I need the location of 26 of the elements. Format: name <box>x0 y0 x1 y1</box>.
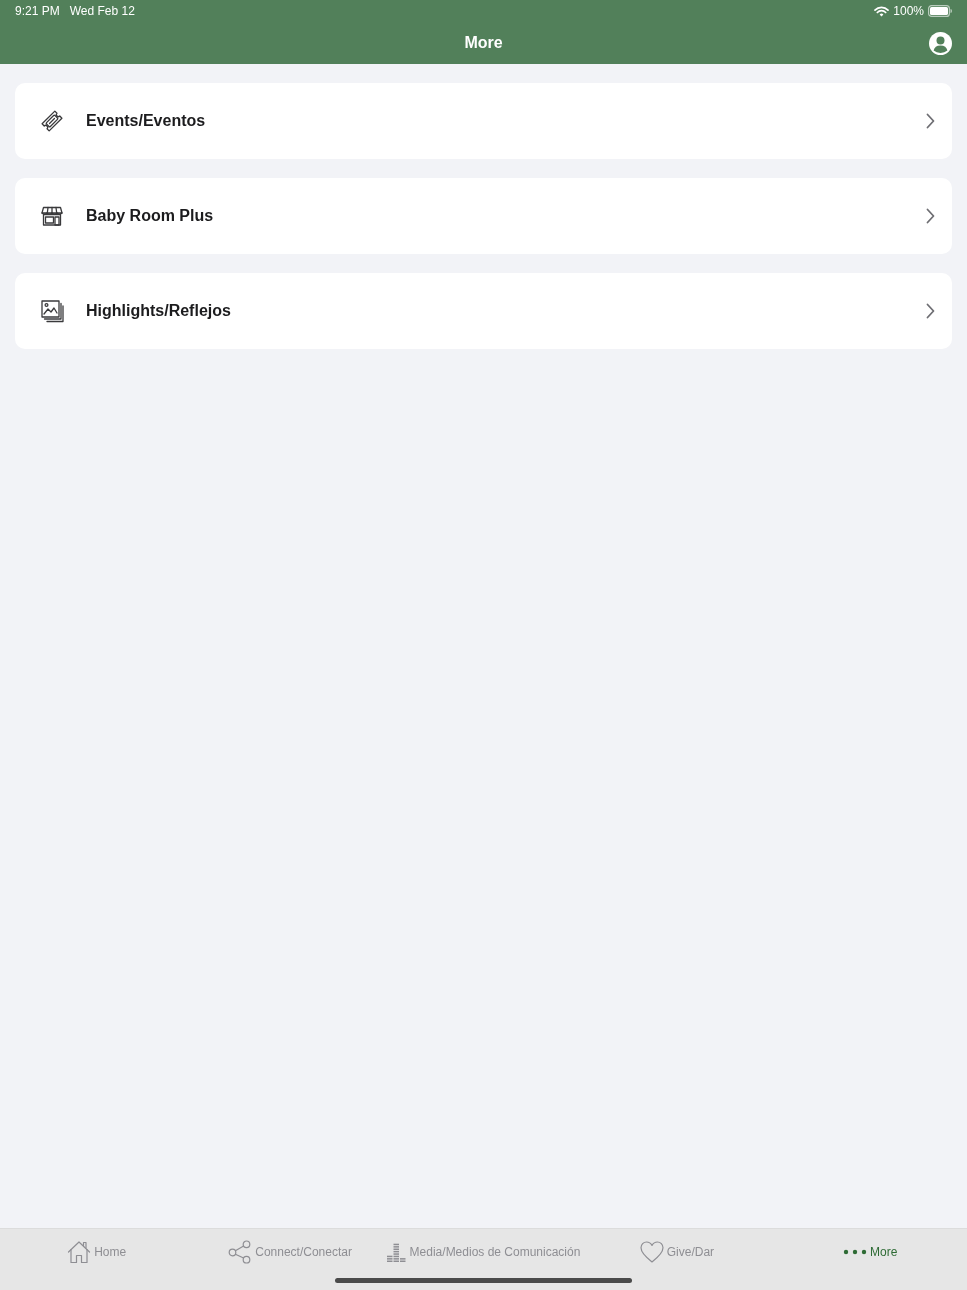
status-date: Wed Feb 12 <box>69 3 135 20</box>
home-icon <box>67 1239 92 1264</box>
screen-title: More <box>464 33 503 53</box>
share-icon <box>228 1239 253 1264</box>
wifi-icon <box>874 5 890 17</box>
more-icon <box>843 1248 868 1255</box>
tab-item[interactable]: More <box>843 1242 898 1261</box>
tab-item[interactable]: Give/Dar <box>639 1240 715 1263</box>
heart-icon <box>639 1240 664 1263</box>
chevron-right-icon <box>926 113 935 129</box>
tab-item[interactable]: Media/Medios de Comunicación <box>386 1241 581 1262</box>
chevron-right-icon <box>926 303 935 319</box>
tab-item[interactable]: Connect/Conectar <box>228 1239 352 1264</box>
tab-item[interactable]: Home <box>67 1239 127 1264</box>
battery-percent: 100% <box>893 3 924 20</box>
battery-icon <box>928 5 952 17</box>
user-icon[interactable] <box>929 31 952 55</box>
store-icon <box>40 204 64 228</box>
menu-item[interactable]: Highlights/Reflejos <box>15 273 952 349</box>
ticket-icon <box>40 109 64 133</box>
pictures-icon <box>40 299 64 323</box>
menu-item[interactable]: Baby Room Plus <box>15 178 952 254</box>
menu-item[interactable]: Events/Eventos <box>15 83 952 159</box>
status-time: 9:21 PM <box>15 3 60 20</box>
chevron-right-icon <box>926 208 935 224</box>
equalizer-icon <box>386 1241 407 1262</box>
